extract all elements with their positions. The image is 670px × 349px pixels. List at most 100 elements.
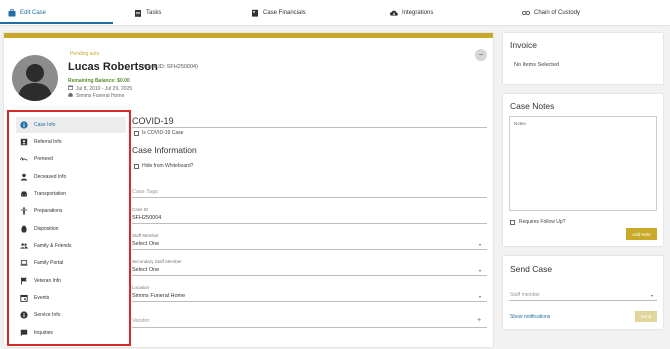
chevron-down-icon[interactable] (479, 296, 481, 298)
vendor-underline (132, 327, 487, 328)
link-icon (522, 9, 530, 17)
menu-item-label: Referral Info (34, 139, 62, 145)
chevron-down-icon[interactable] (651, 295, 653, 297)
tab-label: Edit Case (20, 10, 47, 16)
tab-label: Tasks (146, 10, 162, 16)
invoice-title: Invoice (510, 40, 537, 50)
vendor-input[interactable]: Vendor (132, 318, 149, 324)
case-dates: Jul 8, 2010 - Jul 29, 2025 (68, 85, 132, 92)
contact-card-icon (20, 138, 28, 146)
chevron-down-icon[interactable] (479, 270, 481, 272)
menu-item-disposition[interactable]: Disposition (16, 221, 126, 237)
staff-member-underline (132, 249, 487, 250)
tab-chain-of-custody[interactable]: Chain of Custody (522, 0, 580, 26)
send-case-title: Send Case (510, 264, 553, 274)
menu-item-case-info[interactable]: Case Info (16, 117, 126, 133)
menu-item-label: Deceased Info (34, 174, 67, 180)
tab-label: Chain of Custody (534, 10, 581, 16)
menu-item-inquiries[interactable]: Inquiries (16, 325, 126, 341)
menu-item-label: Case Info (34, 122, 56, 128)
case-tags-underline (132, 197, 487, 198)
signature-icon (20, 155, 28, 163)
notes-textarea[interactable]: Notes (509, 116, 657, 211)
info-icon (20, 121, 28, 129)
tab-case-financials[interactable]: Case Financials (251, 0, 306, 26)
case-id-label: Case ID (132, 207, 149, 212)
menu-item-family-friends[interactable]: Family & Friends (16, 238, 126, 254)
staff-member-select[interactable]: Select One (132, 241, 159, 247)
accessibility-icon (20, 207, 28, 215)
menu-item-referral-info[interactable]: Referral Info (16, 134, 126, 150)
covid-heading-underline (132, 127, 487, 128)
chevron-down-icon[interactable] (479, 244, 481, 246)
staff-member-underline (509, 300, 657, 301)
menu-item-service-info[interactable]: Service Info (16, 307, 126, 323)
covid-checkbox-label: Is COVID-19 Case (142, 130, 184, 136)
menu-item-label: Family Portal (34, 260, 64, 266)
tab-tasks[interactable]: Tasks (134, 0, 161, 26)
info-icon (20, 311, 28, 319)
case-information-heading: Case Information (132, 145, 197, 155)
case-status: Pending auto (70, 51, 100, 57)
send-button[interactable]: Send (635, 311, 657, 322)
menu-item-deceased-info[interactable]: Deceased Info (16, 169, 126, 185)
menu-item-label: Inquiries (34, 330, 53, 336)
menu-item-transportation[interactable]: Transportation (16, 186, 126, 202)
tab-integrations[interactable]: Integrations (390, 0, 433, 26)
case-notes-card: Case Notes Notes Requires Follow Up? Add… (503, 94, 663, 246)
menu-item-label: Veteran Info (34, 278, 61, 284)
follow-up-checkbox[interactable] (510, 220, 515, 225)
collapse-button[interactable]: − (475, 49, 487, 61)
ledger-icon (251, 9, 259, 17)
funeral-home: Simms Funeral Home (68, 92, 124, 99)
case-tags-input[interactable]: Case Tags (132, 189, 158, 195)
urn-icon (20, 225, 28, 233)
briefcase-icon (8, 9, 16, 17)
case-id-underline (132, 223, 487, 224)
menu-item-label: Disposition (34, 226, 59, 232)
avatar (12, 55, 58, 101)
menu-item-family-portal[interactable]: Family Portal (16, 255, 126, 271)
status-color-bar (4, 33, 493, 38)
calendar-icon (20, 294, 28, 302)
home-text: Simms Funeral Home (76, 92, 125, 99)
send-case-card: Send Case Staff member Show notification… (503, 256, 663, 329)
menu-item-label: Family & Friends (34, 243, 72, 249)
menu-item-preneed[interactable]: Preneed (16, 151, 126, 167)
staff-member-label: Staff Member (132, 233, 159, 238)
invoice-card: Invoice No Items Selected (503, 33, 663, 84)
laptop-icon (20, 259, 28, 267)
menu-item-events[interactable]: Events (16, 290, 126, 306)
menu-item-preparations[interactable]: Preparations (16, 203, 126, 219)
car-icon (20, 190, 28, 198)
covid-heading: COVID-19 (132, 116, 174, 126)
covid-checkbox[interactable] (134, 131, 139, 136)
menu-item-label: Preneed (34, 156, 53, 162)
menu-item-label: Preparations (34, 208, 63, 214)
case-notes-title: Case Notes (510, 101, 555, 111)
follow-up-label: Requires Follow Up? (519, 219, 566, 225)
dates-text: Jul 8, 2010 - Jul 29, 2025 (76, 85, 133, 92)
flag-icon (20, 277, 28, 285)
menu-item-label: Transportation (34, 191, 67, 197)
location-underline (132, 301, 487, 302)
clipboard-icon (134, 9, 142, 17)
tab-label: Integrations (402, 10, 434, 16)
location-select[interactable]: Simms Funeral Home (132, 293, 185, 299)
menu-item-veteran-info[interactable]: Veteran Info (16, 273, 126, 289)
active-tab-indicator (0, 22, 113, 24)
case-id-field[interactable]: SFH250004 (132, 215, 161, 221)
add-note-button[interactable]: Add Note (626, 228, 657, 240)
people-icon (20, 242, 28, 250)
top-tab-bar: Edit Case Tasks Case Financials Integrat… (0, 0, 670, 26)
menu-item-label: Service Info (34, 312, 61, 318)
add-vendor-button[interactable]: + (477, 317, 481, 324)
show-notifications-link[interactable]: Show notifications (510, 314, 550, 320)
remaining-balance: Remaining Balance: $0.00 (68, 78, 130, 84)
secondary-staff-underline (132, 275, 487, 276)
hide-whiteboard-checkbox[interactable] (134, 164, 139, 169)
hide-whiteboard-label: Hide from Whiteboard? (142, 163, 194, 169)
staff-member-select[interactable]: Staff member (510, 292, 540, 298)
secondary-staff-select[interactable]: Select One (132, 267, 159, 273)
menu-item-label: Events (34, 295, 50, 301)
